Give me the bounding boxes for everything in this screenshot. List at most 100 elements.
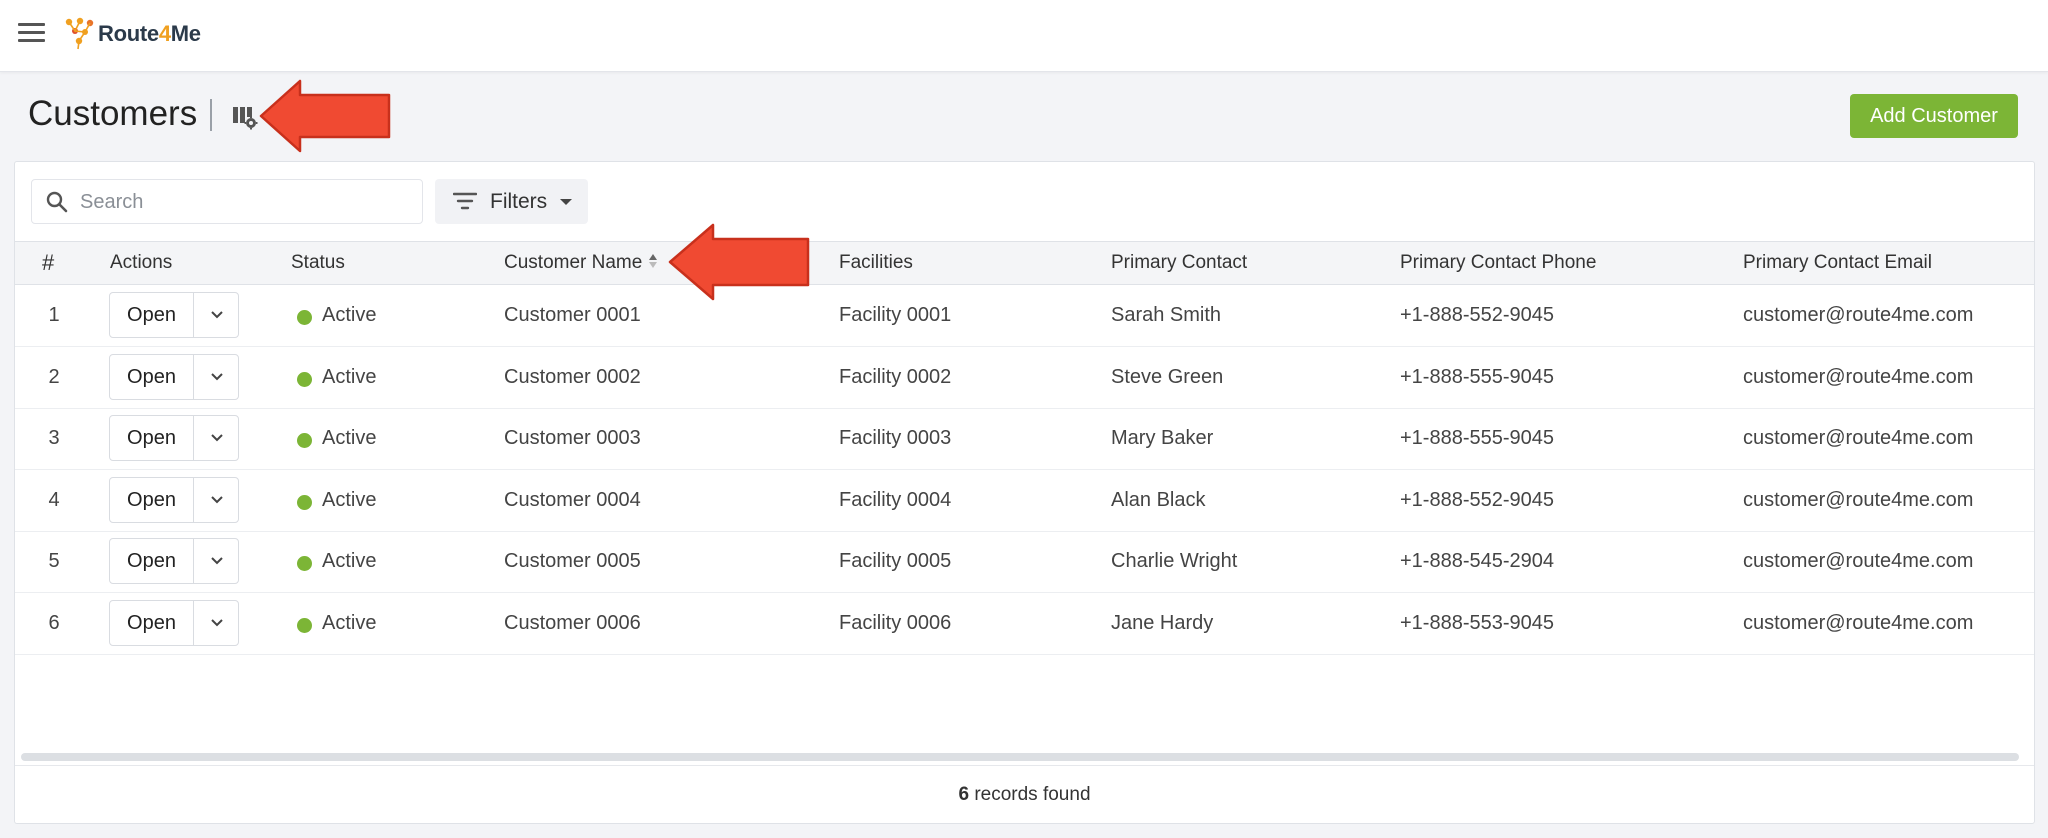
- column-header-status[interactable]: Status: [291, 252, 345, 274]
- table-footer: 6 records found: [15, 765, 2034, 823]
- hamburger-icon[interactable]: [18, 22, 45, 44]
- status-text: Active: [322, 612, 377, 634]
- row-number: 4: [48, 489, 60, 511]
- records-suffix: records found: [969, 784, 1091, 805]
- row-actions: Open: [109, 538, 239, 584]
- table-row: 4 Open Active Customer 0004 Facility 0004 Ala…: [15, 470, 2034, 532]
- status-text: Active: [322, 489, 377, 511]
- filters-label: Filters: [490, 190, 548, 213]
- row-actions-dropdown-button[interactable]: [195, 416, 239, 460]
- row-actions-dropdown-button[interactable]: [195, 355, 239, 399]
- row-actions: Open: [109, 600, 239, 646]
- primary-contact-email-cell: customer@route4me.com: [1743, 427, 1974, 449]
- facility-cell: Facility 0004: [839, 489, 952, 511]
- table-row: 5 Open Active Customer 0005 Facility 0005 Cha…: [15, 531, 2034, 593]
- page-title: Customers: [28, 94, 198, 133]
- status-dot-icon: [297, 310, 312, 325]
- primary-contact-phone-cell: +1-888-552-9045: [1400, 489, 1555, 511]
- column-header-primary-contact-email[interactable]: Primary Contact Email: [1743, 252, 1932, 274]
- column-header-customer-name-label: Customer Name: [504, 252, 643, 273]
- column-settings-icon[interactable]: [231, 104, 259, 130]
- row-actions-dropdown-button[interactable]: [195, 539, 239, 583]
- customer-name-cell: Customer 0006: [504, 612, 641, 634]
- horizontal-scrollbar[interactable]: [21, 753, 2019, 761]
- status-dot-icon: [297, 372, 312, 387]
- row-number: 1: [48, 304, 60, 326]
- status-dot-icon: [297, 495, 312, 510]
- row-number: 2: [48, 366, 60, 388]
- app-logo[interactable]: Route4Me: [64, 16, 201, 52]
- open-button[interactable]: Open: [110, 293, 194, 337]
- row-number: 3: [48, 427, 60, 449]
- logo-text: Route4Me: [98, 21, 201, 46]
- table-row: 6 Open Active Customer 0006 Facility 0006 Jan…: [15, 593, 2034, 655]
- facility-cell: Facility 0003: [839, 427, 952, 449]
- chevron-down-icon: [211, 495, 223, 503]
- facility-cell: Facility 0002: [839, 366, 952, 388]
- primary-contact-phone-cell: +1-888-555-9045: [1400, 427, 1555, 449]
- primary-contact-cell: Steve Green: [1111, 366, 1224, 388]
- primary-contact-email-cell: customer@route4me.com: [1743, 612, 1974, 634]
- sort-icon[interactable]: [648, 253, 658, 269]
- status-text: Active: [322, 304, 377, 326]
- filter-icon: [453, 192, 477, 210]
- column-header-customer-name[interactable]: Customer Name: [504, 252, 658, 274]
- facility-cell: Facility 0001: [839, 304, 952, 326]
- status-dot-icon: [297, 433, 312, 448]
- row-actions: Open: [109, 477, 239, 523]
- add-customer-button[interactable]: Add Customer: [1850, 94, 2018, 138]
- status-text: Active: [322, 427, 377, 449]
- top-bar: Route4Me: [0, 0, 2048, 72]
- open-button[interactable]: Open: [110, 355, 194, 399]
- row-number: 5: [48, 550, 60, 572]
- primary-contact-phone-cell: +1-888-553-9045: [1400, 612, 1555, 634]
- annotation-arrow-icon: [259, 79, 391, 153]
- column-header-primary-contact[interactable]: Primary Contact: [1111, 252, 1247, 274]
- open-button[interactable]: Open: [110, 416, 194, 460]
- row-actions: Open: [109, 292, 239, 338]
- column-header-number: #: [42, 250, 55, 275]
- primary-contact-cell: Alan Black: [1111, 489, 1206, 511]
- customer-name-cell: Customer 0005: [504, 550, 641, 572]
- row-number: 6: [48, 612, 60, 634]
- chevron-down-icon: [211, 433, 223, 441]
- search-box[interactable]: [31, 179, 423, 224]
- primary-contact-email-cell: customer@route4me.com: [1743, 366, 1974, 388]
- customer-name-cell: Customer 0003: [504, 427, 641, 449]
- open-button[interactable]: Open: [110, 478, 194, 522]
- table-header: # Actions Status Customer Name Facilitie…: [15, 241, 2034, 285]
- column-header-facilities[interactable]: Facilities: [839, 252, 913, 274]
- customer-name-cell: Customer 0004: [504, 489, 641, 511]
- route4me-logo-icon: [65, 17, 94, 50]
- table-row: 1 Open Active Customer 0001 Facility 0001 Sar…: [15, 285, 2034, 347]
- primary-contact-cell: Mary Baker: [1111, 427, 1214, 449]
- primary-contact-cell: Sarah Smith: [1111, 304, 1222, 326]
- title-divider: [210, 99, 212, 131]
- status-text: Active: [322, 550, 377, 572]
- filters-button[interactable]: Filters: [435, 179, 588, 224]
- primary-contact-email-cell: customer@route4me.com: [1743, 489, 1974, 511]
- chevron-down-icon: [211, 310, 223, 318]
- row-actions: Open: [109, 415, 239, 461]
- status-dot-icon: [297, 618, 312, 633]
- open-button[interactable]: Open: [110, 601, 194, 645]
- column-header-primary-contact-phone[interactable]: Primary Contact Phone: [1400, 252, 1596, 274]
- table-row: 2 Open Active Customer 0002 Facility 0002 Ste…: [15, 347, 2034, 409]
- search-input[interactable]: [80, 186, 410, 218]
- primary-contact-cell: Jane Hardy: [1111, 612, 1214, 634]
- customer-name-cell: Customer 0001: [504, 304, 641, 326]
- primary-contact-phone-cell: +1-888-545-2904: [1400, 550, 1555, 572]
- facility-cell: Facility 0006: [839, 612, 952, 634]
- table-row: 3 Open Active Customer 0003 Facility 0003 Mar…: [15, 408, 2034, 470]
- chevron-down-icon: [211, 618, 223, 626]
- primary-contact-phone-cell: +1-888-555-9045: [1400, 366, 1555, 388]
- row-actions-dropdown-button[interactable]: [195, 478, 239, 522]
- facility-cell: Facility 0005: [839, 550, 952, 572]
- primary-contact-email-cell: customer@route4me.com: [1743, 304, 1974, 326]
- row-actions-dropdown-button[interactable]: [195, 601, 239, 645]
- records-found-text: 6 records found: [15, 784, 2034, 806]
- open-button[interactable]: Open: [110, 539, 194, 583]
- chevron-down-icon: [211, 556, 223, 564]
- row-actions-dropdown-button[interactable]: [195, 293, 239, 337]
- status-text: Active: [322, 366, 377, 388]
